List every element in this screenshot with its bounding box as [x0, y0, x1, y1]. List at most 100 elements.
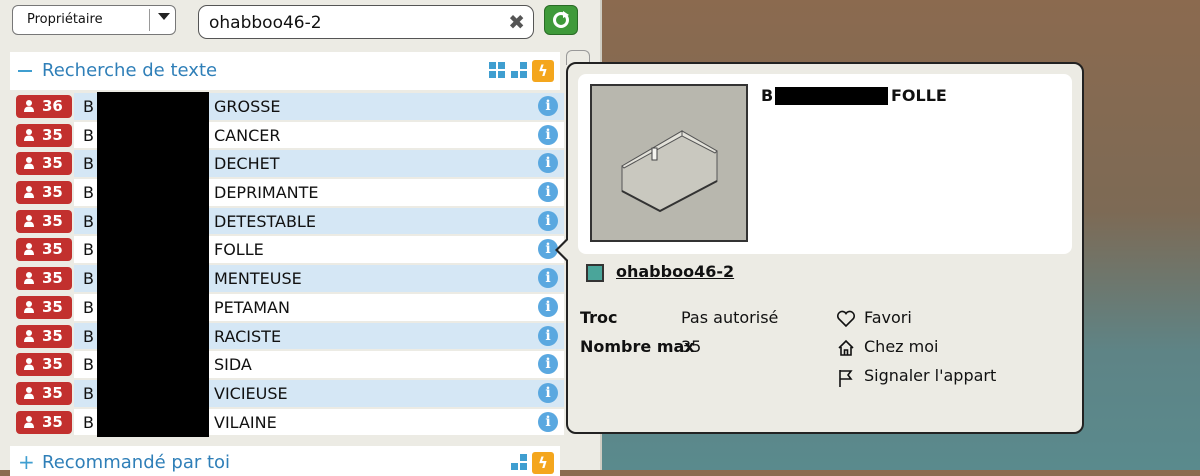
room-name: SIDA — [214, 355, 252, 375]
bolt-icon[interactable]: ϟ — [532, 60, 554, 82]
user-count-badge: 36 — [16, 95, 72, 118]
room-name: MENTEUSE — [214, 269, 302, 289]
user-count-badge: 35 — [16, 295, 72, 319]
room-name: GROSSE — [214, 97, 281, 116]
owner-link[interactable]: ohabboo46-2 — [616, 262, 734, 281]
info-icon[interactable]: i — [538, 268, 558, 289]
room-name-prefix: B — [83, 383, 94, 403]
user-count: 35 — [42, 326, 63, 345]
room-name: CANCER — [214, 125, 281, 145]
clear-icon[interactable]: ✖ — [508, 12, 525, 32]
user-count: 35 — [42, 240, 63, 259]
redaction-bar — [97, 92, 209, 437]
user-count: 35 — [42, 383, 63, 402]
room-name-prefix: B — [83, 240, 94, 260]
room-name: DETESTABLE — [214, 211, 316, 231]
user-count-badge: 35 — [16, 381, 72, 405]
text-search-section-header[interactable]: Recherche de texte ϟ — [10, 52, 560, 90]
user-count-badge: 35 — [16, 353, 72, 377]
popup-title-prefix: B — [761, 86, 774, 105]
refresh-icon — [553, 11, 569, 28]
room-card: B FOLLE — [578, 74, 1072, 254]
room-name: VILAINE — [214, 412, 277, 432]
max-users-label: Nombre max — [580, 337, 695, 356]
refresh-button[interactable] — [544, 5, 578, 35]
info-icon[interactable]: i — [538, 182, 558, 203]
favorite-label: Favori — [864, 308, 912, 327]
user-count-badge: 35 — [16, 181, 72, 205]
room-actions: Favori Chez moi Signaler l'appart — [836, 308, 1056, 395]
user-icon — [24, 214, 34, 227]
max-users-value: 35 — [681, 337, 702, 356]
info-icon[interactable]: i — [538, 96, 558, 116]
room-name-prefix: B — [83, 183, 94, 203]
report-action[interactable]: Signaler l'appart — [836, 366, 1056, 395]
user-count: 35 — [42, 183, 63, 202]
room-name-prefix: B — [83, 297, 94, 317]
user-count: 35 — [42, 125, 63, 144]
popup-pointer-inner — [558, 240, 568, 260]
room-thumbnail — [590, 84, 748, 242]
info-icon[interactable]: i — [538, 411, 558, 432]
user-icon — [24, 128, 34, 141]
user-icon — [24, 386, 34, 399]
user-icon — [24, 100, 34, 112]
user-count: 35 — [42, 355, 63, 374]
user-count-badge: 35 — [16, 324, 72, 348]
view-controls: ϟ — [510, 452, 554, 474]
info-icon[interactable]: i — [538, 382, 558, 403]
owner-avatar-icon — [586, 264, 604, 282]
info-icon[interactable]: i — [538, 124, 558, 145]
owner-filter-dropdown[interactable]: Propriétaire — [12, 5, 176, 35]
user-count: 35 — [42, 412, 63, 431]
max-users-row: Nombre max 35 — [580, 337, 840, 366]
room-name-prefix: B — [83, 97, 94, 116]
user-count-badge: 35 — [16, 209, 72, 233]
list-view-icon[interactable] — [510, 452, 528, 470]
user-icon — [24, 329, 34, 342]
trade-label: Troc — [580, 308, 618, 327]
expand-icon[interactable]: + — [18, 452, 35, 472]
home-icon — [838, 339, 854, 356]
flag-icon — [839, 370, 853, 387]
favorite-action[interactable]: Favori — [836, 308, 1056, 337]
section-title: Recherche de texte — [42, 60, 218, 81]
popup-title-name: FOLLE — [891, 86, 947, 105]
room-name: FOLLE — [214, 240, 264, 260]
info-icon[interactable]: i — [538, 296, 558, 317]
bolt-icon[interactable]: ϟ — [532, 452, 554, 474]
info-icon[interactable]: i — [538, 210, 558, 231]
user-count: 36 — [42, 97, 63, 115]
home-label: Chez moi — [864, 337, 939, 356]
room-name-prefix: B — [83, 269, 94, 289]
info-icon[interactable]: i — [538, 325, 558, 346]
room-name-prefix: B — [83, 125, 94, 145]
recommended-section-header[interactable]: + Recommandé par toi ϟ — [10, 446, 560, 476]
collapse-icon[interactable] — [18, 70, 32, 72]
user-icon — [24, 157, 34, 170]
user-count: 35 — [42, 154, 63, 173]
room-name: VICIEUSE — [214, 383, 288, 403]
user-icon — [24, 186, 34, 199]
user-icon — [24, 243, 34, 256]
user-count-badge: 35 — [16, 238, 72, 262]
search-field[interactable]: ✖ — [198, 5, 534, 39]
heart-icon — [836, 310, 856, 328]
user-icon — [24, 415, 34, 428]
report-label: Signaler l'appart — [864, 366, 997, 385]
search-input[interactable] — [207, 10, 501, 36]
user-count-badge: 35 — [16, 123, 72, 147]
user-icon — [24, 272, 34, 285]
grid-view-icon[interactable] — [488, 60, 506, 78]
user-count-badge: 35 — [16, 152, 72, 176]
room-name: DECHET — [214, 154, 280, 174]
chevron-down-icon[interactable] — [158, 13, 170, 20]
room-name-prefix: B — [83, 355, 94, 375]
user-count: 35 — [42, 211, 63, 230]
room-name-prefix: B — [83, 412, 94, 432]
room-name-prefix: B — [83, 154, 94, 174]
user-icon — [24, 300, 34, 313]
home-action[interactable]: Chez moi — [836, 337, 1056, 366]
view-controls: ϟ — [488, 60, 554, 82]
list-view-icon[interactable] — [510, 60, 528, 78]
